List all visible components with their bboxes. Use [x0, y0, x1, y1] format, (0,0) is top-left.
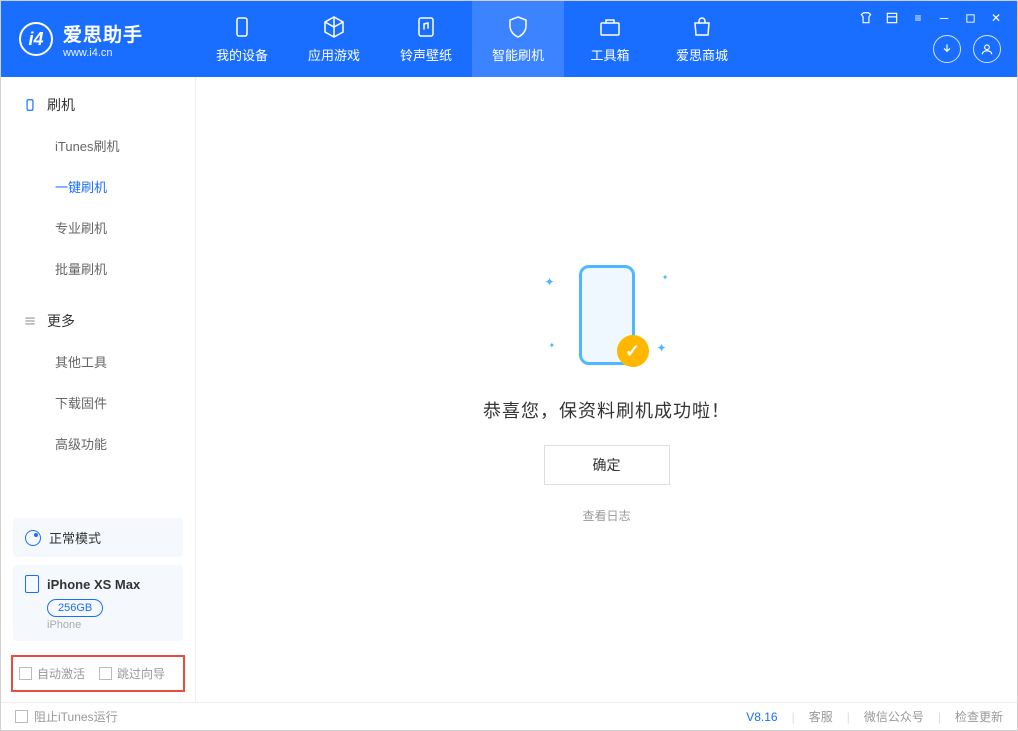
checkbox-box — [15, 710, 28, 723]
nav-toolbox[interactable]: 工具箱 — [564, 1, 656, 77]
bag-icon — [690, 15, 714, 39]
sparkle-icon: ✦ — [656, 341, 666, 355]
sparkle-icon: ✦ — [662, 273, 669, 282]
nav-label: 我的设备 — [216, 45, 268, 64]
checkbox-label: 跳过向导 — [117, 665, 165, 682]
nav-store[interactable]: 爱思商城 — [656, 1, 748, 77]
app-title: 爱思助手 — [63, 20, 143, 47]
shield-icon — [506, 15, 530, 39]
sidebar-item-batch-flash[interactable]: 批量刷机 — [1, 248, 195, 289]
cube-icon — [322, 15, 346, 39]
version-label: V8.16 — [746, 710, 777, 724]
device-mode-box[interactable]: 正常模式 — [13, 518, 183, 557]
checkbox-box — [19, 667, 32, 680]
nav-ringtones[interactable]: 铃声壁纸 — [380, 1, 472, 77]
checkbox-label: 自动激活 — [37, 665, 85, 682]
nav-my-device[interactable]: 我的设备 — [196, 1, 288, 77]
mode-label: 正常模式 — [49, 528, 101, 547]
app-subtitle: www.i4.cn — [63, 47, 143, 59]
checkbox-skip-guide[interactable]: 跳过向导 — [99, 665, 165, 682]
wechat-link[interactable]: 微信公众号 — [864, 708, 924, 725]
highlighted-checkbox-row: 自动激活 跳过向导 — [11, 655, 185, 692]
section-title: 更多 — [47, 311, 75, 331]
support-link[interactable]: 客服 — [809, 708, 833, 725]
sidebar-item-download-firmware[interactable]: 下载固件 — [1, 382, 195, 423]
device-small-icon — [23, 98, 37, 112]
checkbox-block-itunes[interactable]: 阻止iTunes运行 — [15, 708, 118, 725]
maximize-button[interactable] — [961, 9, 979, 27]
device-icon — [25, 575, 39, 593]
device-mode: 正常模式 — [25, 528, 171, 547]
menu-small-icon — [23, 314, 37, 328]
nav-apps-games[interactable]: 应用游戏 — [288, 1, 380, 77]
sidebar: 刷机 iTunes刷机 一键刷机 专业刷机 批量刷机 更多 其他工具 下载固件 … — [1, 77, 196, 702]
shirt-icon[interactable] — [857, 9, 875, 27]
sparkle-icon: ✦ — [545, 275, 555, 289]
logo-text: 爱思助手 www.i4.cn — [63, 20, 143, 59]
ok-button[interactable]: 确定 — [544, 445, 670, 485]
list-icon[interactable]: ≡ — [909, 9, 927, 27]
divider: | — [792, 710, 795, 724]
sidebar-spacer — [1, 468, 195, 510]
user-button[interactable] — [973, 35, 1001, 63]
nav-smart-flash[interactable]: 智能刷机 — [472, 1, 564, 77]
menu-icon[interactable] — [883, 9, 901, 27]
device-info-box[interactable]: iPhone XS Max 256GB iPhone — [13, 565, 183, 641]
device-row: iPhone XS Max — [25, 575, 171, 593]
body: 刷机 iTunes刷机 一键刷机 专业刷机 批量刷机 更多 其他工具 下载固件 … — [1, 77, 1017, 702]
music-icon — [414, 15, 438, 39]
toolbox-icon — [598, 15, 622, 39]
close-button[interactable]: ✕ — [987, 9, 1005, 27]
device-name: iPhone XS Max — [47, 577, 140, 592]
mode-icon — [25, 530, 41, 546]
logo-area: i4 爱思助手 www.i4.cn — [1, 20, 196, 59]
divider: | — [938, 710, 941, 724]
sidebar-item-pro-flash[interactable]: 专业刷机 — [1, 207, 195, 248]
minimize-button[interactable]: ─ — [935, 9, 953, 27]
checkbox-label: 阻止iTunes运行 — [34, 708, 118, 725]
device-type: iPhone — [47, 619, 171, 631]
checkbox-auto-activate[interactable]: 自动激活 — [19, 665, 85, 682]
window-controls: ≡ ─ ✕ — [857, 9, 1005, 27]
capacity-badge: 256GB — [47, 599, 103, 617]
sidebar-header-flash: 刷机 — [1, 95, 195, 125]
sparkle-icon: ✦ — [549, 341, 556, 350]
status-bar: 阻止iTunes运行 V8.16 | 客服 | 微信公众号 | 检查更新 — [1, 702, 1017, 730]
check-update-link[interactable]: 检查更新 — [955, 708, 1003, 725]
checkbox-box — [99, 667, 112, 680]
section-title: 刷机 — [47, 95, 75, 115]
sidebar-header-more: 更多 — [1, 311, 195, 341]
header-actions — [933, 35, 1001, 63]
nav-label: 工具箱 — [590, 45, 629, 64]
divider: | — [847, 710, 850, 724]
sidebar-item-advanced[interactable]: 高级功能 — [1, 423, 195, 464]
phone-icon — [230, 15, 254, 39]
main-content: ✦ ✦ ✦ ✦ ✓ 恭喜您，保资料刷机成功啦！ 确定 查看日志 — [196, 77, 1017, 702]
view-log-link[interactable]: 查看日志 — [582, 507, 630, 524]
nav-tabs: 我的设备 应用游戏 铃声壁纸 智能刷机 工具箱 爱思商城 — [196, 1, 748, 77]
footer-right: V8.16 | 客服 | 微信公众号 | 检查更新 — [746, 708, 1003, 725]
success-illustration: ✦ ✦ ✦ ✦ ✓ — [527, 255, 687, 375]
success-message: 恭喜您，保资料刷机成功啦！ — [483, 397, 730, 423]
sidebar-item-oneclick-flash[interactable]: 一键刷机 — [1, 166, 195, 207]
sidebar-item-other-tools[interactable]: 其他工具 — [1, 341, 195, 382]
sidebar-section-flash: 刷机 iTunes刷机 一键刷机 专业刷机 批量刷机 — [1, 77, 195, 293]
check-badge-icon: ✓ — [617, 335, 649, 367]
sidebar-section-more: 更多 其他工具 下载固件 高级功能 — [1, 293, 195, 468]
nav-label: 智能刷机 — [492, 45, 544, 64]
nav-label: 爱思商城 — [676, 45, 728, 64]
nav-label: 铃声壁纸 — [400, 45, 452, 64]
sidebar-item-itunes-flash[interactable]: iTunes刷机 — [1, 125, 195, 166]
logo-icon: i4 — [19, 22, 53, 56]
nav-label: 应用游戏 — [308, 45, 360, 64]
app-header: i4 爱思助手 www.i4.cn 我的设备 应用游戏 铃声壁纸 智能刷机 工具… — [1, 1, 1017, 77]
download-button[interactable] — [933, 35, 961, 63]
